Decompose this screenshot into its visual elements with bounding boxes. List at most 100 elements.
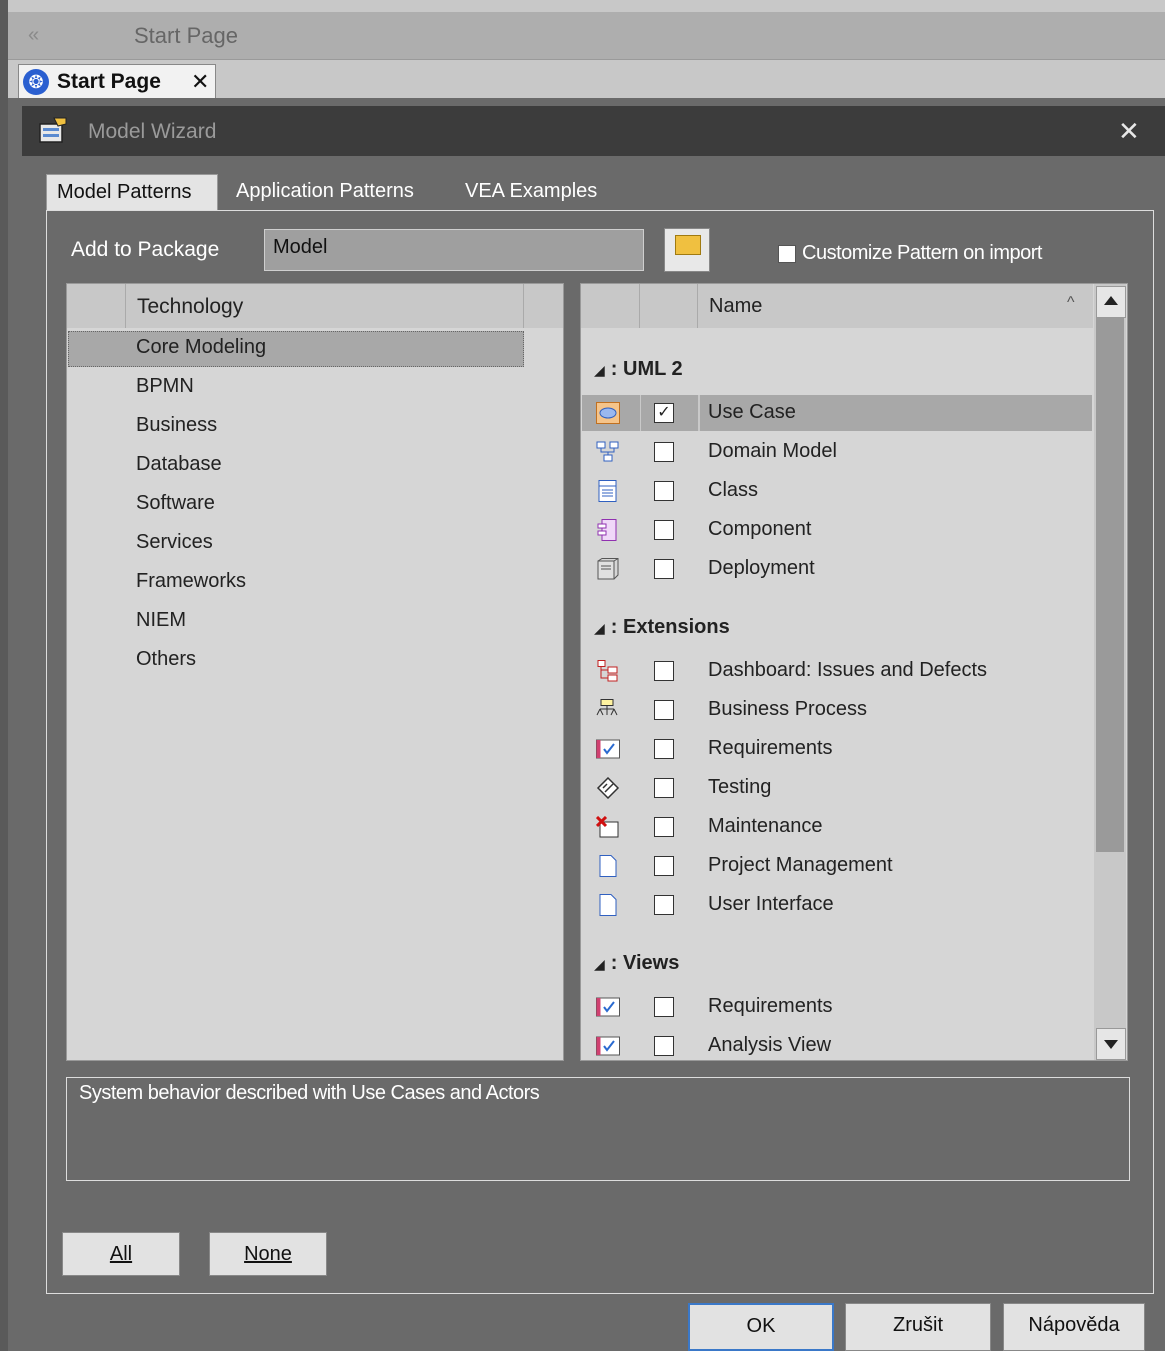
collapse-triangle-icon: ◢ xyxy=(594,956,605,972)
pattern-name: Maintenance xyxy=(708,815,823,837)
pattern-name: Use Case xyxy=(708,401,796,423)
document-tab-row: ❂ Start Page ✕ xyxy=(8,60,1165,99)
technology-header: Technology xyxy=(67,284,563,328)
pattern-checkbox[interactable]: ✓ xyxy=(654,403,674,423)
folder-icon xyxy=(675,235,701,255)
pattern-name: User Interface xyxy=(708,893,834,915)
group-header-views[interactable]: ◢: Views xyxy=(594,952,679,975)
pattern-row[interactable]: Class xyxy=(582,473,1092,509)
technology-item[interactable]: BPMN xyxy=(136,375,194,398)
tab-model-patterns[interactable]: Model Patterns xyxy=(46,174,218,212)
close-icon[interactable]: ✕ xyxy=(191,69,209,95)
technology-item[interactable]: Services xyxy=(136,531,213,554)
technology-item[interactable]: NIEM xyxy=(136,609,186,632)
document-icon xyxy=(599,894,617,916)
pattern-row[interactable]: Requirements xyxy=(582,731,1092,767)
select-none-button[interactable]: None xyxy=(209,1232,327,1276)
pattern-name: Requirements xyxy=(708,995,833,1017)
tab-vea-examples[interactable]: VEA Examples xyxy=(465,180,597,203)
pattern-name: Deployment xyxy=(708,557,815,579)
maintenance-icon xyxy=(596,816,619,838)
technology-item[interactable]: Others xyxy=(136,648,196,671)
technology-item[interactable]: Business xyxy=(136,414,217,437)
requirements-icon xyxy=(596,739,620,759)
domain-model-icon xyxy=(596,441,619,462)
tab-label: Start Page xyxy=(57,70,161,93)
ok-button[interactable]: OK xyxy=(688,1303,834,1351)
requirements-icon xyxy=(596,997,620,1017)
window-edge xyxy=(0,0,8,1351)
pattern-row[interactable]: Requirements xyxy=(582,989,1092,1025)
scroll-up-arrow-icon[interactable] xyxy=(1096,286,1126,318)
pattern-checkbox[interactable] xyxy=(654,895,674,915)
pattern-row[interactable]: Analysis View xyxy=(582,1028,1092,1060)
use-case-icon xyxy=(596,402,620,424)
pattern-row[interactable]: Business Process xyxy=(582,692,1092,728)
pattern-description: System behavior described with Use Cases… xyxy=(66,1077,1130,1181)
pattern-row[interactable]: Component xyxy=(582,512,1092,548)
pattern-row[interactable]: Project Management xyxy=(582,848,1092,884)
dialog-close-icon[interactable]: ✕ xyxy=(1118,116,1140,147)
pattern-checkbox[interactable] xyxy=(654,481,674,501)
customize-pattern-checkbox[interactable] xyxy=(778,245,796,263)
technology-item[interactable]: Database xyxy=(136,453,222,476)
select-all-button[interactable]: All xyxy=(62,1232,180,1276)
pattern-checkbox[interactable] xyxy=(654,817,674,837)
collapse-triangle-icon: ◢ xyxy=(594,620,605,636)
wizard-icon xyxy=(39,117,67,143)
dialog-title: Model Wizard xyxy=(88,120,217,143)
pattern-checkbox[interactable] xyxy=(654,520,674,540)
dialog-titlebar: Model Wizard ✕ xyxy=(22,106,1165,156)
scroll-down-arrow-icon[interactable] xyxy=(1096,1028,1126,1060)
pattern-name: Class xyxy=(708,479,759,501)
pattern-checkbox[interactable] xyxy=(654,700,674,720)
pattern-row[interactable]: ✓ Use Case xyxy=(582,395,1092,431)
customize-pattern-label[interactable]: Customize Pattern on import xyxy=(802,242,1042,265)
pattern-name: Testing xyxy=(708,776,772,798)
technology-list xyxy=(66,283,564,1061)
business-process-icon xyxy=(596,699,618,716)
technology-item[interactable]: Software xyxy=(136,492,215,515)
pattern-checkbox[interactable] xyxy=(654,1036,674,1056)
pattern-row[interactable]: Deployment xyxy=(582,551,1092,587)
pattern-scrollbar[interactable] xyxy=(1094,284,1126,1060)
pattern-checkbox[interactable] xyxy=(654,559,674,579)
scroll-thumb[interactable] xyxy=(1096,318,1124,852)
back-icon[interactable]: « xyxy=(28,24,39,47)
pattern-checkbox[interactable] xyxy=(654,997,674,1017)
deployment-icon xyxy=(597,558,619,580)
technology-item[interactable]: Frameworks xyxy=(136,570,246,593)
name-column-header[interactable]: Name xyxy=(709,295,762,318)
pattern-row[interactable]: Dashboard: Issues and Defects xyxy=(582,653,1092,689)
requirements-icon xyxy=(596,1036,620,1056)
pattern-row[interactable]: User Interface xyxy=(582,887,1092,923)
package-field[interactable]: Model xyxy=(264,229,644,271)
pattern-checkbox[interactable] xyxy=(654,739,674,759)
sort-ascending-icon: ^ xyxy=(1067,294,1075,311)
browse-package-button[interactable] xyxy=(664,228,710,272)
technology-item[interactable]: Core Modeling xyxy=(136,336,266,359)
description-text: System behavior described with Use Cases… xyxy=(79,1082,540,1104)
pattern-name: Business Process xyxy=(708,698,867,720)
cancel-button[interactable]: Zrušit xyxy=(845,1303,991,1351)
pattern-checkbox[interactable] xyxy=(654,661,674,681)
group-header-uml2[interactable]: ◢: UML 2 xyxy=(594,358,683,381)
testing-icon xyxy=(596,777,620,799)
pattern-row[interactable]: Maintenance xyxy=(582,809,1092,845)
pattern-row[interactable]: Domain Model xyxy=(582,434,1092,470)
component-icon xyxy=(597,519,617,541)
tab-application-patterns[interactable]: Application Patterns xyxy=(236,180,414,203)
help-button[interactable]: Nápověda xyxy=(1003,1303,1145,1351)
pattern-name: Requirements xyxy=(708,737,833,759)
tab-start-page[interactable]: ❂ Start Page ✕ xyxy=(18,64,216,99)
pattern-header: Name ^ xyxy=(581,284,1093,328)
pattern-row[interactable]: Testing xyxy=(582,770,1092,806)
group-header-extensions[interactable]: ◢: Extensions xyxy=(594,616,730,639)
add-to-package-label: Add to Package xyxy=(71,238,220,261)
technology-column-header[interactable]: Technology xyxy=(137,295,243,319)
pattern-name: Dashboard: Issues and Defects xyxy=(708,659,988,681)
pattern-name: Analysis View xyxy=(708,1034,832,1056)
pattern-checkbox[interactable] xyxy=(654,778,674,798)
pattern-checkbox[interactable] xyxy=(654,856,674,876)
pattern-checkbox[interactable] xyxy=(654,442,674,462)
